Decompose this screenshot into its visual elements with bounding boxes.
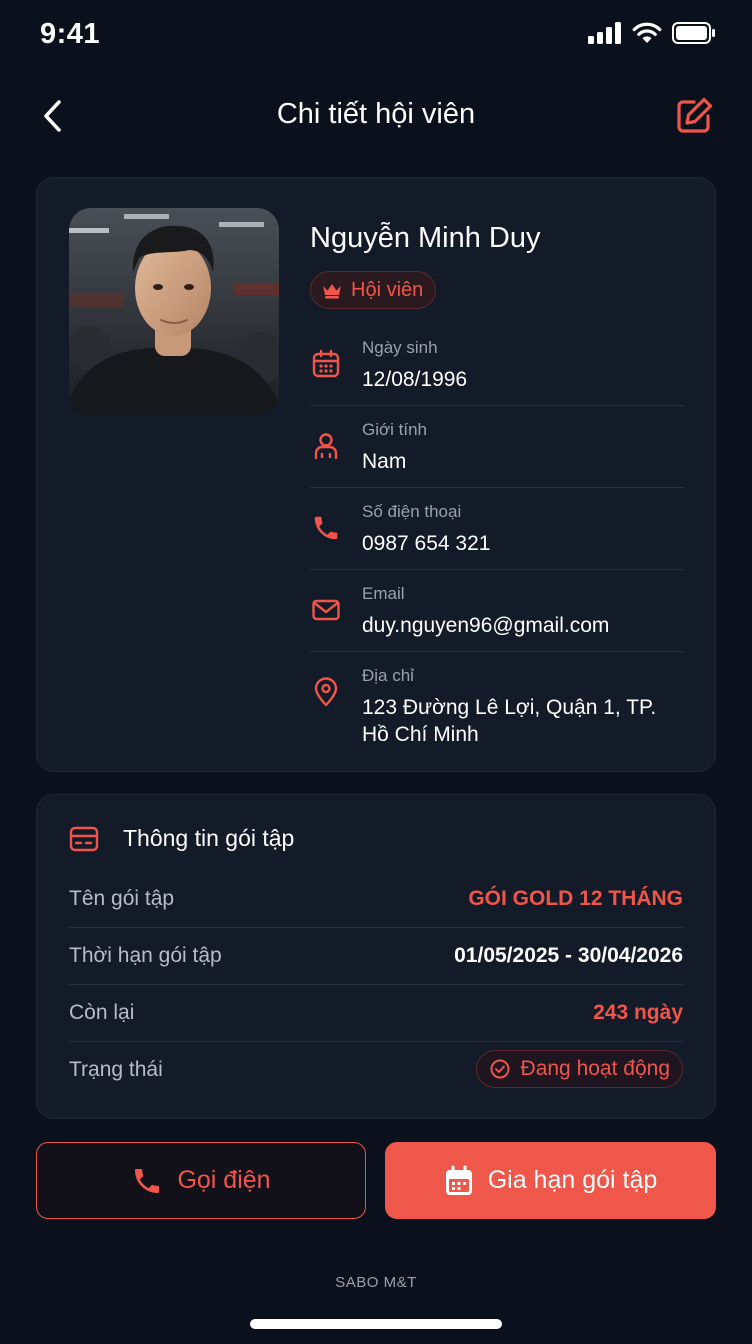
crown-icon xyxy=(323,284,341,299)
email-value[interactable]: duy.nguyen96@gmail.com xyxy=(362,612,684,639)
call-button-label: Gọi điện xyxy=(177,1166,271,1194)
package-row-remaining: Còn lại 243 ngày xyxy=(69,985,683,1042)
footer-brand: SABO M&T xyxy=(335,1274,417,1291)
birthday-value: 12/08/1996 xyxy=(362,368,468,391)
status-badge: Đang hoạt động xyxy=(475,1050,683,1088)
package-title: Thông tin gói tập xyxy=(123,825,295,851)
member-badge-label: Hội viên xyxy=(351,278,424,301)
phone-label: Số điện thoại xyxy=(362,502,462,521)
avatar xyxy=(69,208,279,415)
mail-icon xyxy=(310,594,342,626)
status-icons xyxy=(588,22,716,44)
package-header: Thông tin gói tập xyxy=(69,825,294,852)
package-name-label: Tên gói tập xyxy=(69,887,175,910)
package-duration-value: 01/05/2025 - 30/04/2026 xyxy=(454,944,683,967)
renew-button-label: Gia hạn gói tập xyxy=(487,1166,658,1194)
address-label: Địa chỉ xyxy=(362,666,414,685)
package-remaining-label: Còn lại xyxy=(69,1001,135,1024)
birthday-label: Ngày sinh xyxy=(362,338,438,357)
address-value: 123 Đường Lê Lợi, Quận 1, TP. Hồ Chí Min… xyxy=(362,696,657,746)
edit-button[interactable] xyxy=(672,94,716,138)
renew-package-button[interactable]: Gia hạn gói tập xyxy=(385,1142,716,1219)
home-indicator[interactable] xyxy=(250,1319,502,1329)
package-status-label: Trạng thái xyxy=(69,1058,163,1081)
edit-icon xyxy=(677,97,713,133)
location-pin-icon xyxy=(310,676,342,708)
navigation-bar: Chi tiết hội viên xyxy=(0,86,752,146)
member-photo xyxy=(69,208,279,415)
package-row-name: Tên gói tập GÓI GOLD 12 THÁNG xyxy=(69,871,683,928)
status-time: 9:41 xyxy=(40,18,101,50)
package-name-value: GÓI GOLD 12 THÁNG xyxy=(468,887,683,910)
package-card: Thông tin gói tập Tên gói tập GÓI GOLD 1… xyxy=(36,794,716,1119)
check-circle-icon xyxy=(490,1059,510,1079)
call-button[interactable]: Gọi điện xyxy=(36,1142,366,1219)
info-list: Ngày sinh 12/08/1996 Giới tính Nam Số đi… xyxy=(310,324,684,762)
page-title: Chi tiết hội viên xyxy=(276,98,476,130)
status-bar: 9:41 xyxy=(0,0,752,72)
person-icon xyxy=(310,430,342,462)
wifi-icon xyxy=(632,22,662,43)
calendar-icon xyxy=(310,348,342,380)
email-label: Email xyxy=(362,584,405,603)
package-remaining-value: 243 ngày xyxy=(593,1001,683,1024)
signal-icon xyxy=(588,22,621,44)
gender-value: Nam xyxy=(362,450,407,473)
profile-card: Nguyễn Minh Duy Hội viên Ngày sinh 12/08… xyxy=(36,177,716,772)
info-row-phone: Số điện thoại 0987 654 321 xyxy=(310,488,684,570)
package-duration-label: Thời hạn gói tập xyxy=(69,944,222,967)
member-badge: Hội viên xyxy=(310,271,437,309)
gender-label: Giới tính xyxy=(362,420,428,439)
status-badge-label: Đang hoạt động xyxy=(520,1057,670,1080)
package-row-duration: Thời hạn gói tập 01/05/2025 - 30/04/2026 xyxy=(69,928,683,985)
battery-icon xyxy=(672,22,715,44)
info-row-address: Địa chỉ 123 Đường Lê Lợi, Quận 1, TP. Hồ… xyxy=(310,652,684,762)
info-row-gender: Giới tính Nam xyxy=(310,406,684,488)
package-row-status: Trạng thái Đang hoạt động xyxy=(69,1042,683,1099)
member-name: Nguyễn Minh Duy xyxy=(310,222,541,254)
calendar-icon xyxy=(445,1165,472,1195)
phone-value[interactable]: 0987 654 321 xyxy=(362,530,684,557)
phone-icon xyxy=(135,1168,160,1193)
card-icon xyxy=(69,826,99,851)
info-row-email: Email duy.nguyen96@gmail.com xyxy=(310,570,684,652)
info-row-birthday: Ngày sinh 12/08/1996 xyxy=(310,324,684,406)
phone-icon xyxy=(310,512,342,544)
